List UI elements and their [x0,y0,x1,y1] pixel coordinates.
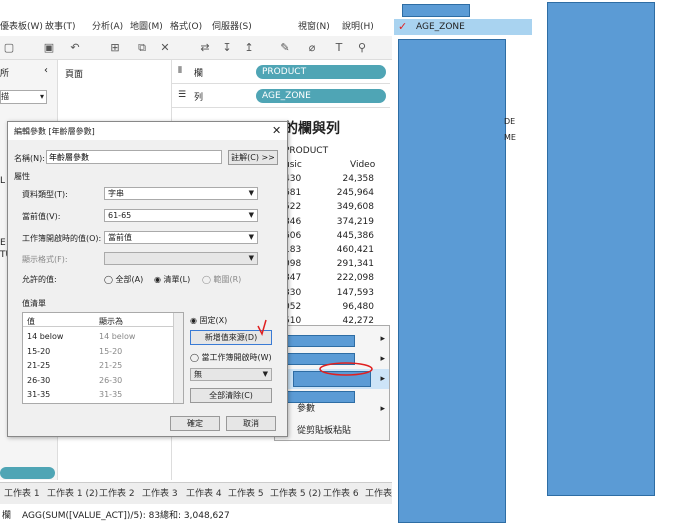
status-text: AGG(SUM([VALUE_ACT])/5): 83總和: 3,048,627 [22,511,230,521]
status-left: 欄 [2,511,12,521]
sheet-tab[interactable]: 工作表 1 (2) [47,486,98,499]
sheet-tab[interactable]: 工作表 [365,486,392,499]
sheet-tab[interactable]: 工作表 5 [228,486,264,499]
redaction-block [402,4,470,17]
checkmark-icon: ✓ [398,20,408,33]
redaction-block [398,39,506,523]
sheet-tabs: 工作表 1 工作表 1 (2) 工作表 2 工作表 3 工作表 4 工作表 5 工作表 5 … [0,482,392,504]
text-fragment: DE [504,117,516,126]
sheet-tab[interactable]: 工作表 4 [186,486,222,499]
status-bar: 欄 AGG(SUM([VALUE_ACT])/5): 83總和: 3,048,6… [0,504,392,523]
right-panel: ✓ AGE_ZONE DE ME [392,0,676,523]
sheet-tab[interactable]: 工作表 1 [4,486,40,499]
sheet-tab[interactable]: 工作表 2 [99,486,135,499]
age-zone-label: AGE_ZONE [416,22,465,32]
sheet-tab[interactable]: 工作表 3 [142,486,178,499]
text-fragment: ME [504,133,516,142]
redaction-block [547,2,655,496]
sheet-tab[interactable]: 工作表 5 (2) [270,486,321,499]
sheet-tab[interactable]: 工作表 6 [323,486,359,499]
age-zone-field[interactable]: ✓ AGE_ZONE [394,19,532,35]
